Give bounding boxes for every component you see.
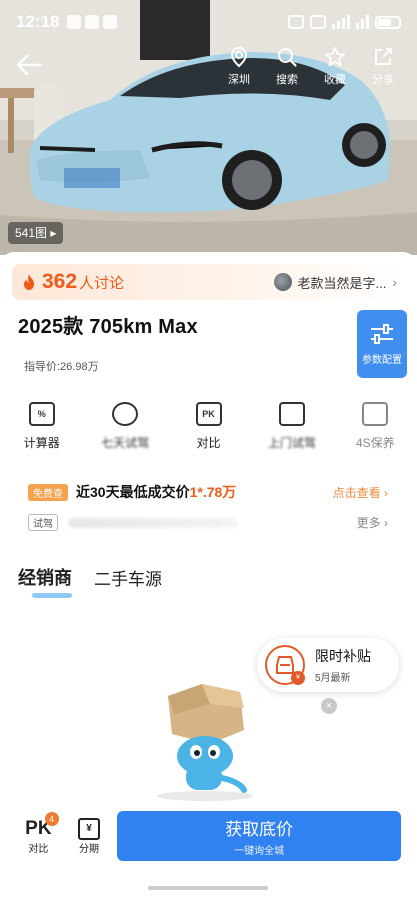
close-icon[interactable]: × <box>321 698 337 714</box>
free-check-tag: 免费查 <box>28 483 68 501</box>
tool-compare[interactable]: PK 对比 <box>167 402 250 451</box>
tool-calculator[interactable]: % 计算器 <box>0 402 83 451</box>
favorite-button[interactable]: 收藏 <box>313 46 357 87</box>
mascot-image <box>157 684 253 801</box>
tab-dealers[interactable]: 经销商 <box>18 564 72 598</box>
cta-sub-label: 一键询全城 <box>234 846 285 857</box>
tool-label: 七天试驾 <box>101 436 150 450</box>
chevron-right-icon: › <box>392 274 397 290</box>
cta-main-label: 获取底价 <box>225 820 294 839</box>
model-title: 2025款 705km Max <box>18 316 198 338</box>
home-indicator[interactable] <box>148 886 268 890</box>
param-config-label: 参数配置 <box>362 354 402 366</box>
signal-icon <box>332 15 350 29</box>
tool-home-test-drive[interactable]: 上门试驾 <box>250 402 333 451</box>
location-pin-icon <box>230 46 248 68</box>
dealer-tabs: 经销商 二手车源 <box>18 564 162 598</box>
subsidy-popup[interactable]: ¥ 限时补贴 5月最新 <box>257 638 399 692</box>
search-label: 搜索 <box>276 74 298 86</box>
test-drive-tag: 试驾 <box>28 514 58 531</box>
share-button[interactable]: 分享 <box>361 46 405 87</box>
battery-icon <box>375 15 401 29</box>
nfc-icon <box>288 15 304 29</box>
car-icon <box>278 402 305 426</box>
back-arrow-icon[interactable] <box>14 52 44 78</box>
shop-icon <box>362 402 389 426</box>
compare-button[interactable]: PK 4 对比 <box>16 811 61 855</box>
tool-row: % 计算器 七天试驾 PK 对比 上门试驾 4S保养 <box>0 402 417 451</box>
installment-label: 分期 <box>79 843 100 855</box>
status-time: 12:18 <box>16 12 60 31</box>
deal-price: 1*.78万 <box>189 484 237 500</box>
avatar <box>274 273 293 291</box>
status-bar: 12:18 <box>0 0 417 44</box>
discussion-bar[interactable]: 362 人讨论 老款当然是字... › <box>12 264 405 300</box>
lowest-deal-row[interactable]: 免费查 近30天最低成交价 1*.78万 点击查看 › <box>28 482 388 502</box>
tool-label: 对比 <box>196 436 221 450</box>
tool-label: 上门试驾 <box>267 436 316 450</box>
bottom-action-bar: PK 4 对比 ¥ 分期 获取底价 一键询全城 <box>0 804 417 868</box>
test-drive-row[interactable]: 试驾 更多 › <box>28 514 388 531</box>
compare-label: 对比 <box>28 843 49 855</box>
mute-icon <box>310 15 326 29</box>
calculator-icon: % <box>28 402 55 426</box>
car-detail-panel: 362 人讨论 老款当然是字... › 2025款 705km Max 指导价:… <box>0 252 417 900</box>
tool-maintenance[interactable]: 4S保养 <box>334 402 417 451</box>
subsidy-car-icon: ¥ <box>265 645 305 685</box>
location-label: 深圳 <box>228 74 250 86</box>
flame-icon <box>24 274 34 290</box>
discussion-label: 人讨论 <box>79 274 125 292</box>
hero-action-bar: 深圳 搜索 收藏 分享 <box>217 46 405 87</box>
tool-label: 4S保养 <box>355 436 395 450</box>
installment-button[interactable]: ¥ 分期 <box>67 817 112 855</box>
param-config-button[interactable]: 参数配置 <box>357 310 407 378</box>
discussion-count: 362 <box>42 270 78 293</box>
more-link[interactable]: 更多 › <box>357 514 388 531</box>
steering-wheel-icon <box>112 402 139 426</box>
subsidy-title: 限时补贴 <box>315 648 371 664</box>
photo-count-badge[interactable]: 541图 ▸ <box>8 222 64 244</box>
tool-test-drive[interactable]: 七天试驾 <box>83 402 166 451</box>
compare-count-badge: 4 <box>44 811 59 826</box>
latest-comment[interactable]: 老款当然是字... › <box>274 273 397 292</box>
share-label: 分享 <box>372 74 394 86</box>
share-icon <box>375 48 392 65</box>
wifi-icon <box>356 15 369 29</box>
location-button[interactable]: 深圳 <box>217 46 261 87</box>
app-notification-icon <box>103 15 118 29</box>
star-icon <box>325 47 345 67</box>
subsidy-subtitle: 5月最新 <box>315 673 351 684</box>
view-deal-link[interactable]: 点击查看 › <box>333 484 388 501</box>
app-notification-icon <box>85 15 100 29</box>
get-lowest-price-button[interactable]: 获取底价 一键询全城 <box>117 811 402 861</box>
tab-used-cars[interactable]: 二手车源 <box>94 565 162 598</box>
comment-text: 老款当然是字... <box>297 275 387 291</box>
guide-price: 指导价:26.98万 <box>24 361 99 373</box>
test-drive-info <box>68 517 238 528</box>
wechat-notification-icon <box>67 15 82 29</box>
sliders-icon <box>371 323 393 344</box>
deal-text: 近30天最低成交价 <box>76 484 190 500</box>
installment-icon: ¥ <box>78 817 101 840</box>
search-icon <box>278 48 297 67</box>
favorite-label: 收藏 <box>324 74 346 86</box>
car-photo[interactable]: 12:18 深圳 搜索 收藏 分享 541图 ▸ <box>0 0 417 255</box>
search-button[interactable]: 搜索 <box>265 46 309 87</box>
coin-icon: ¥ <box>291 671 305 685</box>
pk-icon: PK <box>195 402 222 426</box>
tool-label: 计算器 <box>23 436 60 450</box>
